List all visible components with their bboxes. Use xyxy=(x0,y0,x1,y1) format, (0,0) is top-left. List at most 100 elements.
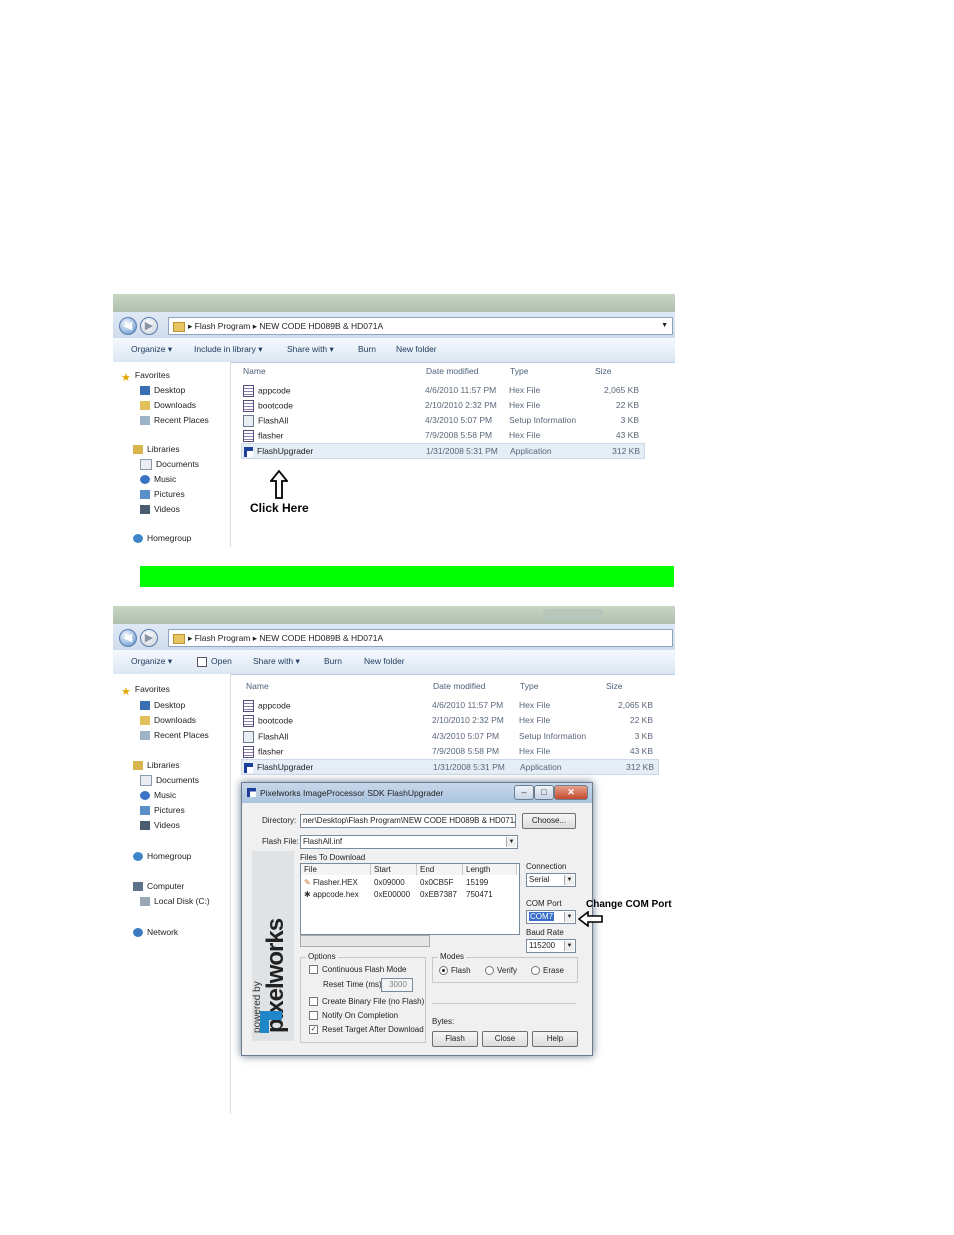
flash-file-select[interactable]: FlashAll.inf ▼ xyxy=(300,835,518,849)
address-dropdown-icon[interactable]: ▼ xyxy=(661,318,668,334)
file-row[interactable]: FlashAll 4/3/2010 5:07 PM Setup Informatio… xyxy=(241,729,657,743)
file-row[interactable]: flasher 7/9/2008 5:58 PM Hex File 43 KB xyxy=(241,428,643,442)
nav-pictures[interactable]: Pictures xyxy=(140,489,185,500)
continuous-flash-checkbox[interactable]: Continuous Flash Mode xyxy=(309,965,407,975)
column-type[interactable]: Type xyxy=(520,681,538,691)
back-button[interactable]: ◀ xyxy=(119,629,137,647)
minimize-button[interactable]: – xyxy=(514,785,534,800)
column-name[interactable]: Name xyxy=(243,366,266,376)
nav-desktop[interactable]: Desktop xyxy=(140,385,185,396)
nav-pictures[interactable]: Pictures xyxy=(140,805,185,816)
file-row[interactable]: FlashUpgrader 1/31/2008 5:31 PM Applicatio… xyxy=(241,759,659,776)
forward-button[interactable]: ▶ xyxy=(140,629,158,647)
help-button[interactable]: Help xyxy=(532,1031,578,1047)
create-binary-checkbox[interactable]: Create Binary File (no Flash) xyxy=(309,997,424,1007)
file-name[interactable]: FlashUpgrader xyxy=(244,446,313,457)
nav-homegroup[interactable]: Homegroup xyxy=(133,533,191,544)
breadcrumb-2[interactable]: NEW CODE HD089B & HD071A xyxy=(259,321,383,331)
nav-music[interactable]: Music xyxy=(140,790,176,801)
file-row[interactable]: appcode 4/6/2010 11:57 PM Hex File 2,065 KB xyxy=(241,698,657,712)
notify-checkbox[interactable]: Notify On Completion xyxy=(309,1011,398,1021)
new-folder-button[interactable]: New folder xyxy=(364,656,405,666)
address-field[interactable]: ▸ Flash Program ▸ NEW CODE HD089B & HD07… xyxy=(168,317,673,335)
organize-button[interactable]: Organize ▾ xyxy=(131,656,172,667)
nav-local-disk[interactable]: Local Disk (C:) xyxy=(140,896,210,907)
nav-desktop[interactable]: Desktop xyxy=(140,700,185,711)
column-type[interactable]: Type xyxy=(510,366,528,376)
nav-documents[interactable]: Documents xyxy=(140,775,199,787)
nav-videos[interactable]: Videos xyxy=(140,504,180,515)
nav-music[interactable]: Music xyxy=(140,474,176,485)
reset-time-field[interactable]: 3000 xyxy=(381,978,413,992)
column-date-modified[interactable]: Date modified xyxy=(433,681,485,691)
new-folder-button[interactable]: New folder xyxy=(396,344,437,354)
file-name[interactable]: FlashAll xyxy=(243,415,288,427)
burn-button[interactable]: Burn xyxy=(324,656,342,666)
open-button[interactable]: Open xyxy=(197,656,232,667)
maximize-button[interactable]: □ xyxy=(534,785,554,800)
list-header-end[interactable]: End xyxy=(417,864,463,875)
include-in-library-button[interactable]: Include in library ▾ xyxy=(194,344,263,355)
baud-rate-select[interactable]: 115200 ▼ xyxy=(526,939,576,953)
nav-network[interactable]: Network xyxy=(133,927,178,938)
chevron-down-icon[interactable]: ▼ xyxy=(506,837,516,847)
file-row[interactable]: flasher 7/9/2008 5:58 PM Hex File 43 KB xyxy=(241,744,657,758)
column-size[interactable]: Size xyxy=(606,681,623,691)
mode-flash-radio[interactable]: Flash xyxy=(439,966,471,976)
nav-libraries[interactable]: Libraries xyxy=(133,444,180,455)
nav-libraries[interactable]: Libraries xyxy=(133,760,180,771)
nav-documents[interactable]: Documents xyxy=(140,459,199,471)
column-date-modified[interactable]: Date modified xyxy=(426,366,478,376)
forward-button[interactable]: ▶ xyxy=(140,317,158,335)
back-button[interactable]: ◀ xyxy=(119,317,137,335)
column-name[interactable]: Name xyxy=(246,681,269,691)
breadcrumb-2[interactable]: NEW CODE HD089B & HD071A xyxy=(259,633,383,643)
column-size[interactable]: Size xyxy=(595,366,612,376)
nav-favorites[interactable]: ★ Favorites xyxy=(121,684,170,698)
chevron-down-icon[interactable]: ▼ xyxy=(564,875,574,885)
breadcrumb-1[interactable]: Flash Program xyxy=(195,633,251,643)
file-name[interactable]: FlashAll xyxy=(243,730,288,743)
list-header-file[interactable]: File xyxy=(301,864,371,875)
choose-button[interactable]: Choose... xyxy=(522,813,576,829)
nav-downloads[interactable]: Downloads xyxy=(140,715,196,726)
nav-computer[interactable]: Computer xyxy=(133,881,184,892)
file-row[interactable]: FlashAll 4/3/2010 5:07 PM Setup Informatio… xyxy=(241,413,643,427)
organize-button[interactable]: Organize ▾ xyxy=(131,344,172,355)
chevron-down-icon[interactable]: ▼ xyxy=(564,941,574,951)
close-window-button[interactable]: ✕ xyxy=(554,785,588,800)
breadcrumb-1[interactable]: Flash Program xyxy=(195,321,251,331)
share-with-button[interactable]: Share with ▾ xyxy=(287,344,334,355)
close-button[interactable]: Close xyxy=(482,1031,528,1047)
share-with-button[interactable]: Share with ▾ xyxy=(253,656,300,667)
file-name[interactable]: appcode xyxy=(243,700,291,712)
list-header-length[interactable]: Length xyxy=(463,864,517,875)
com-port-select[interactable]: COM7 ▼ xyxy=(526,910,576,924)
file-name[interactable]: FlashUpgrader xyxy=(244,762,313,773)
file-row[interactable]: bootcode 2/10/2010 2:32 PM Hex File 22 KB xyxy=(241,398,643,412)
file-name[interactable]: flasher xyxy=(243,430,284,442)
burn-button[interactable]: Burn xyxy=(358,344,376,354)
file-name[interactable]: flasher xyxy=(243,745,284,758)
file-row[interactable]: FlashUpgrader 1/31/2008 5:31 PM Applicatio… xyxy=(241,443,645,459)
directory-field[interactable]: ner\Desktop\Flash Program\NEW CODE HD089… xyxy=(300,814,516,828)
nav-videos[interactable]: Videos xyxy=(140,820,180,831)
file-row[interactable]: bootcode 2/10/2010 2:32 PM Hex File 22 KB xyxy=(241,713,657,728)
chevron-down-icon[interactable]: ▼ xyxy=(564,912,574,922)
flash-button[interactable]: Flash xyxy=(432,1031,478,1047)
mode-verify-radio[interactable]: Verify xyxy=(485,966,517,976)
nav-recent-places[interactable]: Recent Places xyxy=(140,730,209,741)
file-name[interactable]: appcode xyxy=(243,385,291,397)
nav-homegroup[interactable]: Homegroup xyxy=(133,851,191,862)
file-name[interactable]: bootcode xyxy=(243,400,293,412)
nav-recent-places[interactable]: Recent Places xyxy=(140,415,209,426)
file-row[interactable]: appcode 4/6/2010 11:57 PM Hex File 2,065 KB xyxy=(241,383,643,397)
file-name[interactable]: bootcode xyxy=(243,715,293,728)
files-list[interactable]: File Start End Length ✎ Flasher.HEX 0x090… xyxy=(300,863,520,935)
mode-erase-radio[interactable]: Erase xyxy=(531,966,564,976)
list-header-start[interactable]: Start xyxy=(371,864,417,875)
reset-target-checkbox[interactable]: ✓ Reset Target After Download xyxy=(309,1025,424,1035)
nav-favorites[interactable]: ★ Favorites xyxy=(121,370,170,384)
nav-downloads[interactable]: Downloads xyxy=(140,400,196,411)
connection-select[interactable]: Serial ▼ xyxy=(526,873,576,887)
